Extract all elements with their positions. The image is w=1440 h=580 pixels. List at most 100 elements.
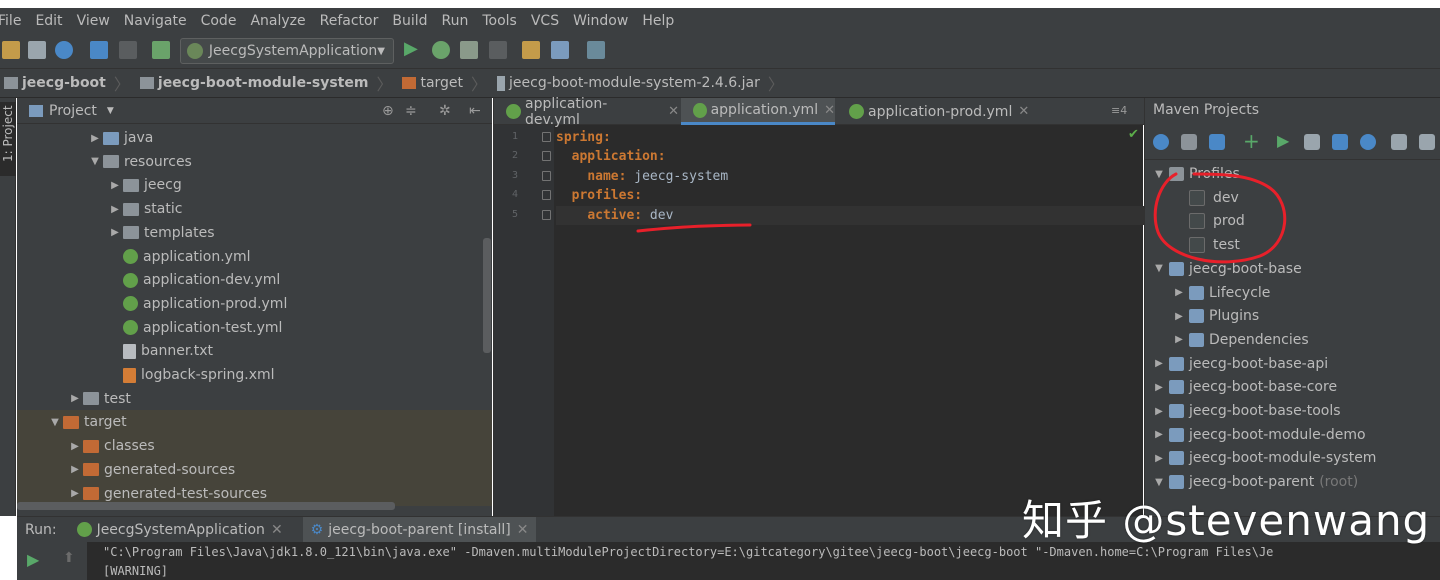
maven-item-jeecg-boot-module-demo[interactable]: ▶ jeecg-boot-module-demo <box>1145 423 1440 447</box>
collapse-all-icon[interactable]: ≑ <box>405 103 417 119</box>
rerun-icon[interactable]: ▶ <box>27 550 39 569</box>
maven-item-jeecg-boot-base-api[interactable]: ▶ jeecg-boot-base-api <box>1145 352 1440 376</box>
menu-item-vcs[interactable]: VCS <box>531 13 559 29</box>
fold-marker-icon[interactable] <box>542 170 551 181</box>
breadcrumb-target[interactable]: target <box>398 75 463 91</box>
maven-item-jeecg-boot-module-system[interactable]: ▶ jeecg-boot-module-system <box>1145 446 1440 470</box>
run-maven-icon[interactable]: ▶ <box>1277 131 1293 150</box>
tab-application-prod-yml[interactable]: application-prod.yml ✕ <box>837 98 1032 125</box>
close-icon[interactable]: ✕ <box>824 103 835 118</box>
generate-sources-icon[interactable] <box>1181 134 1197 150</box>
tree-item-resources[interactable]: ▼ resources <box>17 150 492 174</box>
fold-marker-icon[interactable] <box>542 132 551 142</box>
fold-marker-icon[interactable] <box>542 151 551 162</box>
project-panel-title[interactable]: Project <box>49 103 97 119</box>
code-line[interactable]: name: jeecg-system <box>556 167 1144 186</box>
breadcrumb-jeecg-boot[interactable]: jeecg-boot <box>0 75 106 91</box>
tree-item-generated-sources[interactable]: ▶ generated-sources <box>17 457 492 482</box>
up-arrow-icon[interactable]: ⬆ <box>63 550 75 566</box>
expand-right-icon[interactable]: ▶ <box>1149 429 1169 440</box>
tree-item-banner-txt[interactable]: banner.txt <box>17 339 492 363</box>
expand-right-icon[interactable]: ▶ <box>1149 358 1169 369</box>
add-icon[interactable]: + <box>1243 129 1260 153</box>
horizontal-scrollbar[interactable] <box>17 502 395 510</box>
maven-item-plugins[interactable]: ▶ Plugins <box>1145 304 1440 328</box>
code-line[interactable]: spring: <box>556 128 1144 147</box>
toggle-offline-icon[interactable] <box>1332 134 1348 150</box>
menu-item-help[interactable]: Help <box>642 13 674 29</box>
open-folder-icon[interactable] <box>2 41 20 59</box>
execute-goal-icon[interactable] <box>1304 134 1320 150</box>
chevron-down-icon[interactable]: ▼ <box>107 106 114 116</box>
download-icon[interactable] <box>1209 134 1225 150</box>
close-icon[interactable]: ✕ <box>517 522 529 538</box>
code-line[interactable]: application: <box>556 147 1144 166</box>
expand-right-icon[interactable]: ▶ <box>1169 287 1189 298</box>
debug-icon[interactable] <box>432 41 450 59</box>
expand-right-icon[interactable]: ▶ <box>67 464 83 475</box>
expand-right-icon[interactable]: ▶ <box>107 180 123 191</box>
project-tool-tab[interactable]: 1: Project <box>0 102 16 176</box>
project-structure-icon[interactable] <box>522 41 540 59</box>
scroll-from-source-icon[interactable]: ⊕ <box>382 103 394 119</box>
menu-item-view[interactable]: View <box>77 13 110 29</box>
expand-down-icon[interactable]: ▼ <box>87 156 103 167</box>
run-tab-jeecg-system-application[interactable]: JeecgSystemApplication ✕ <box>76 522 283 538</box>
tab-overflow-button[interactable]: ≡4 <box>1111 104 1127 117</box>
tree-item-application-prod-yml[interactable]: application-prod.yml <box>17 292 492 316</box>
tree-item-application-yml[interactable]: application.yml <box>17 245 492 269</box>
expand-right-icon[interactable]: ▶ <box>1149 453 1169 464</box>
hide-icon[interactable]: ⇤ <box>469 103 481 119</box>
tree-item-target[interactable]: ▼ target <box>17 410 492 435</box>
run-configuration-select[interactable]: JeecgSystemApplication ▼ <box>180 38 394 64</box>
menu-item-analyze[interactable]: Analyze <box>250 13 305 29</box>
save-icon[interactable] <box>28 41 46 59</box>
show-dependencies-icon[interactable] <box>1391 134 1407 150</box>
menu-item-tools[interactable]: Tools <box>482 13 517 29</box>
maven-item-lifecycle[interactable]: ▶ Lifecycle <box>1145 281 1440 305</box>
expand-down-icon[interactable]: ▼ <box>1149 477 1169 488</box>
run-icon[interactable]: ▶ <box>404 38 422 59</box>
tab-application-yml[interactable]: application.yml ✕ <box>681 98 835 125</box>
expand-right-icon[interactable]: ▶ <box>1149 382 1169 393</box>
tree-item-application-test-yml[interactable]: application-test.yml <box>17 316 492 340</box>
menu-item-code[interactable]: Code <box>201 13 237 29</box>
inspection-ok-icon[interactable]: ✔ <box>1128 127 1139 142</box>
close-icon[interactable]: ✕ <box>668 104 679 119</box>
expand-right-icon[interactable]: ▶ <box>87 133 103 144</box>
tree-item-java[interactable]: ▶ java <box>17 126 492 150</box>
menu-item-build[interactable]: Build <box>392 13 427 29</box>
expand-right-icon[interactable]: ▶ <box>107 227 123 238</box>
menu-item-window[interactable]: Window <box>573 13 628 29</box>
sync-icon[interactable] <box>55 41 73 59</box>
skip-tests-icon[interactable] <box>1360 134 1376 150</box>
tree-item-test[interactable]: ▶ test <box>17 387 492 411</box>
stop-icon[interactable] <box>489 41 507 59</box>
expand-right-icon[interactable]: ▶ <box>67 393 83 404</box>
tree-item-classes[interactable]: ▶ classes <box>17 434 492 459</box>
expand-right-icon[interactable]: ▶ <box>1149 406 1169 417</box>
code-line[interactable]: profiles: <box>556 186 1144 205</box>
breadcrumb-module-system[interactable]: jeecg-boot-module-system <box>136 75 368 91</box>
back-arrow-icon[interactable] <box>90 41 108 59</box>
gear-icon[interactable]: ✲ <box>439 103 451 119</box>
maven-item-jeecg-boot-base-core[interactable]: ▶ jeecg-boot-base-core <box>1145 375 1440 399</box>
expand-right-icon[interactable]: ▶ <box>1169 311 1189 322</box>
tree-item-jeecg[interactable]: ▶ jeecg <box>17 173 492 197</box>
vertical-scrollbar[interactable] <box>483 238 491 353</box>
expand-right-icon[interactable]: ▶ <box>67 488 83 499</box>
fold-marker-icon[interactable] <box>542 190 551 201</box>
tree-item-logback-spring-xml[interactable]: logback-spring.xml <box>17 363 492 387</box>
tree-item-static[interactable]: ▶ static <box>17 197 492 221</box>
tree-item-templates[interactable]: ▶ templates <box>17 221 492 245</box>
menu-item-file[interactable]: File <box>0 13 21 29</box>
menu-item-run[interactable]: Run <box>442 13 469 29</box>
menu-item-navigate[interactable]: Navigate <box>124 13 187 29</box>
expand-right-icon[interactable]: ▶ <box>107 204 123 215</box>
menu-item-refactor[interactable]: Refactor <box>320 13 379 29</box>
fold-marker-icon[interactable] <box>542 209 551 220</box>
expand-down-icon[interactable]: ▼ <box>47 417 63 428</box>
collapse-all-icon[interactable] <box>1419 134 1435 150</box>
close-icon[interactable]: ✕ <box>271 522 283 538</box>
maven-item-dependencies[interactable]: ▶ Dependencies <box>1145 328 1440 352</box>
